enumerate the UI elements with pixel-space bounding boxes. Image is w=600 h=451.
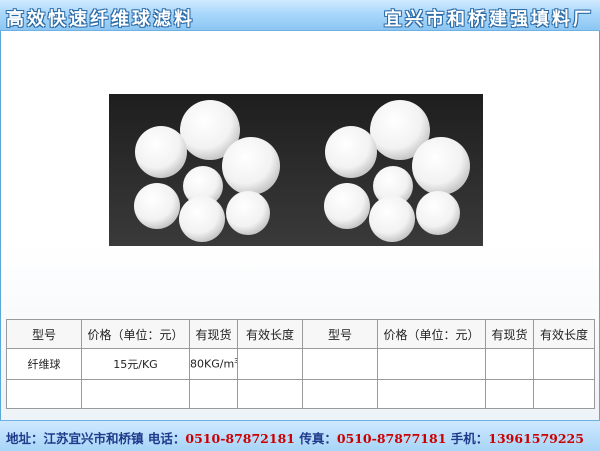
mobile-label: 手机： (450, 431, 489, 446)
contact-info: 地址：江苏宜兴市和桥镇 电话：0510-87872181 传真：0510-878… (6, 428, 584, 447)
cell-empty (533, 379, 595, 409)
cell-empty (81, 379, 190, 409)
cell-empty (485, 379, 534, 409)
cell-model-2 (302, 348, 378, 380)
cell-length-2 (533, 348, 595, 380)
cell-stock-value: 80KG/m (190, 357, 235, 371)
cell-stock-superscript: 3 (234, 357, 236, 365)
header-price-2: 价格（单位：元） (377, 319, 486, 349)
spec-table: 型号 价格（单位：元） 有现货 有效长度 型号 价格（单位：元） 有现货 有效长… (6, 319, 595, 409)
phone-number[interactable]: 0510-87872181 (185, 431, 295, 446)
product-title: 高效快速纤维球滤料 (6, 9, 195, 30)
fiber-balls-image (109, 94, 483, 246)
footer-bar: 地址：江苏宜兴市和桥镇 电话：0510-87872181 传真：0510-878… (0, 420, 600, 451)
phone-label: 电话： (147, 431, 186, 446)
cell-price-2 (377, 348, 486, 380)
address-value: 江苏宜兴市和桥镇 (43, 431, 144, 446)
header-in-stock: 有现货 (189, 319, 238, 349)
cell-empty (237, 379, 303, 409)
table-row (6, 379, 595, 409)
cell-stock: 80KG/m3 (189, 348, 238, 380)
cell-empty (6, 379, 82, 409)
product-photo (109, 94, 483, 246)
cell-empty (377, 379, 486, 409)
company-name: 宜兴市和桥建强填料厂 (384, 9, 594, 30)
table-row: 纤维球 15元/KG 80KG/m3 (6, 348, 595, 380)
header-model: 型号 (6, 319, 82, 349)
header-length: 有效长度 (237, 319, 303, 349)
cell-price: 15元/KG (81, 348, 190, 380)
address-label: 地址： (6, 431, 44, 446)
header-model-2: 型号 (302, 319, 378, 349)
table-header-row: 型号 价格（单位：元） 有现货 有效长度 型号 价格（单位：元） 有现货 有效长… (6, 319, 595, 349)
cell-empty (302, 379, 378, 409)
cell-model: 纤维球 (6, 348, 82, 380)
header-length-2: 有效长度 (533, 319, 595, 349)
spec-table-container: 型号 价格（单位：元） 有现货 有效长度 型号 价格（单位：元） 有现货 有效长… (6, 319, 595, 409)
mobile-number[interactable]: 13961579225 (488, 431, 584, 446)
fax-label: 传真： (299, 431, 337, 446)
header-in-stock-2: 有现货 (485, 319, 534, 349)
cell-stock-2 (485, 348, 534, 380)
cell-empty (189, 379, 238, 409)
header-bar: 高效快速纤维球滤料 宜兴市和桥建强填料厂 (0, 0, 600, 31)
fax-number: 0510-87877181 (336, 431, 447, 446)
cell-length (237, 348, 303, 380)
header-price: 价格（单位：元） (81, 319, 190, 349)
